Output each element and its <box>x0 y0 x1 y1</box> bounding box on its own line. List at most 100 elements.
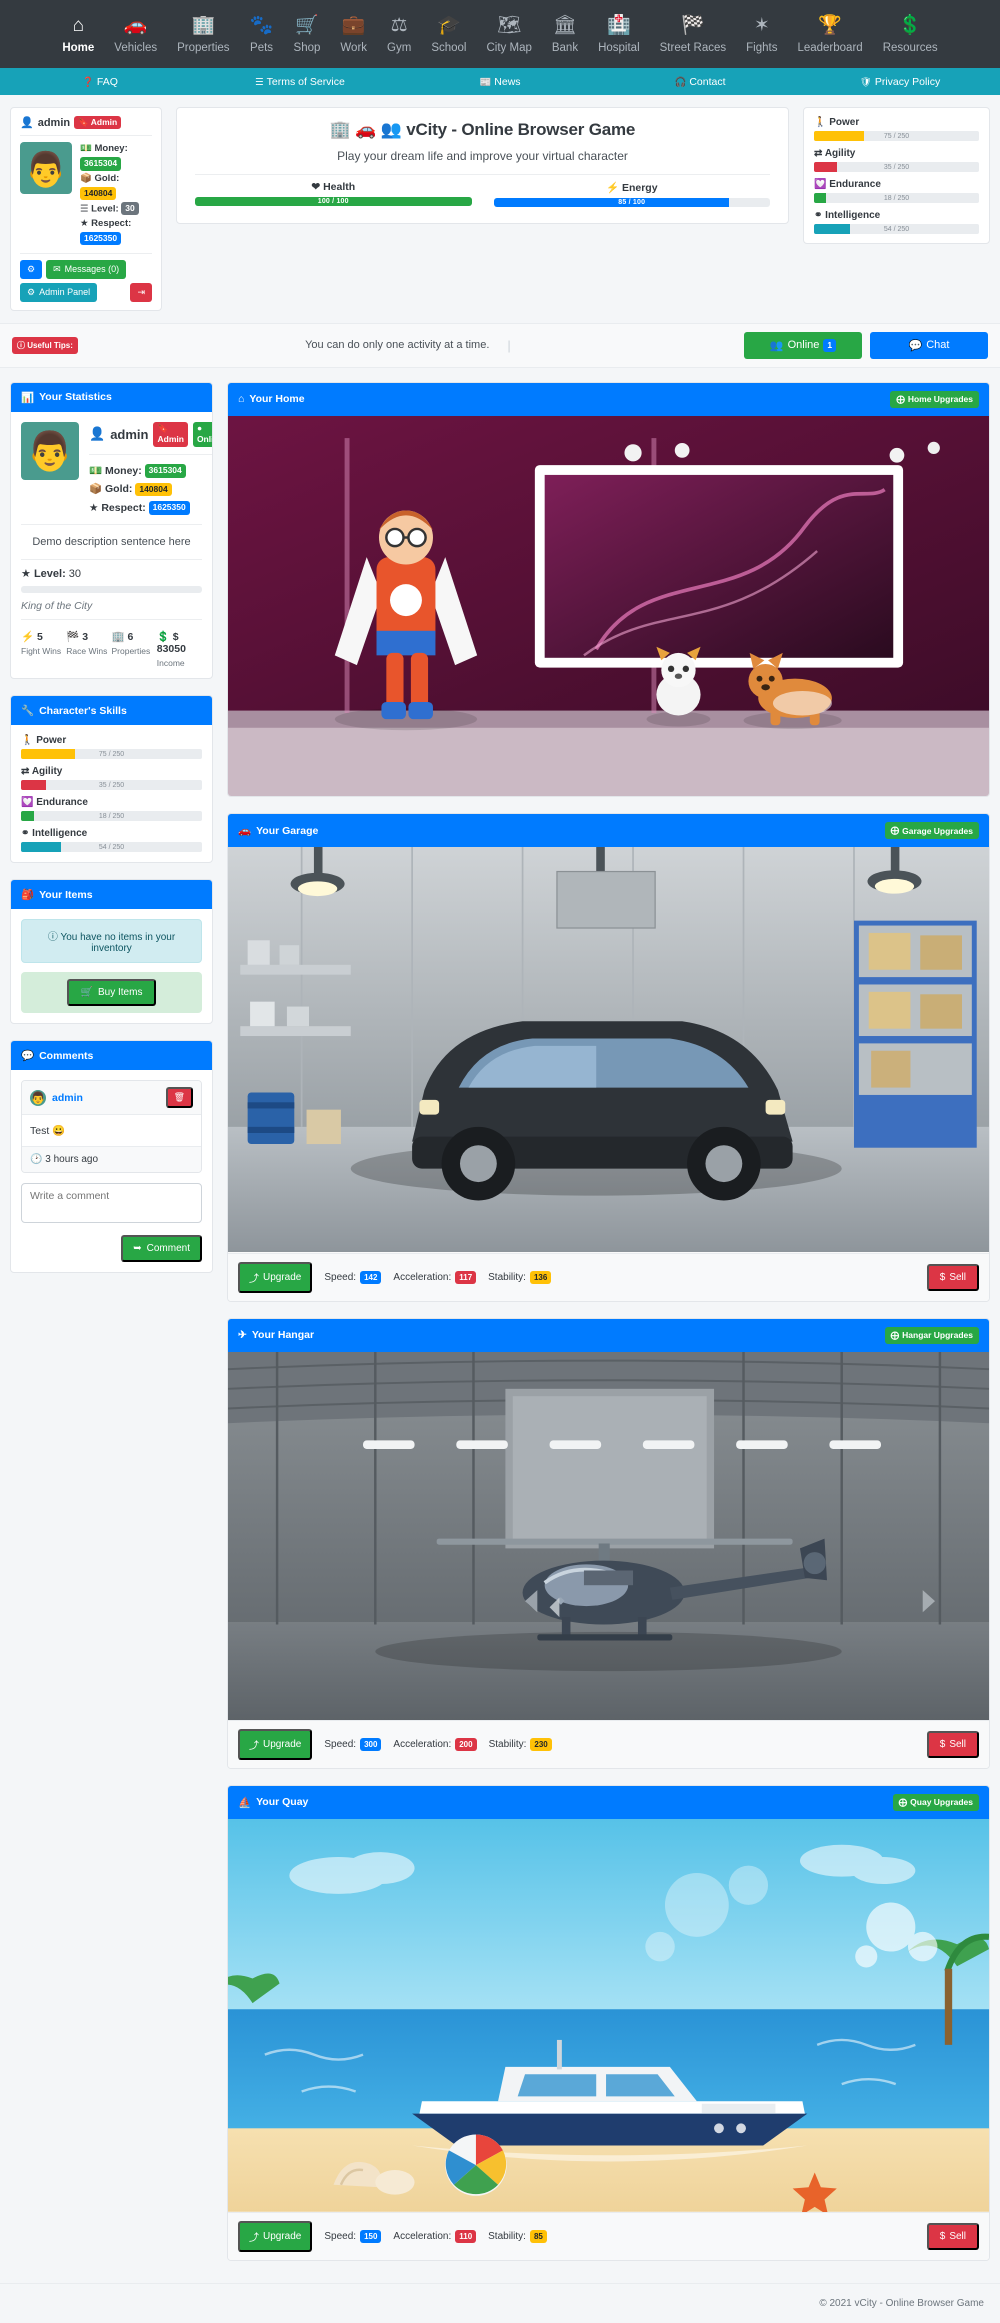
bank-icon: 🏛 <box>552 15 578 36</box>
sitemap-icon: ⚭ <box>814 210 823 221</box>
asset-footer: ⤴ Upgrade Speed: 142 Acceleration: 117 Stabili… <box>228 1252 989 1301</box>
plane-icon: ✈ <box>238 1329 247 1342</box>
asset-image <box>228 415 989 797</box>
question-circle-icon: ❓ <box>82 76 94 88</box>
subnav-item-label: FAQ <box>96 75 118 88</box>
respect-value: 1625350 <box>148 501 190 515</box>
skill-progress-bar: 18 / 250 <box>814 193 979 203</box>
submit-comment-button[interactable]: ➥ Comment <box>121 1235 202 1263</box>
dumbbell-icon: ⚖ <box>390 15 408 36</box>
avatar: 👨 <box>30 1089 46 1106</box>
skill-value: 18 / 250 <box>98 812 125 820</box>
nav-item-resources[interactable]: 💲 Resources <box>873 10 948 58</box>
nav-item-properties[interactable]: 🏢 Properties <box>167 10 239 58</box>
upgrade-button[interactable]: ⤴ Upgrade <box>238 2220 313 2252</box>
subnav-item-terms-of-service[interactable]: ☰ Terms of Service <box>200 76 400 88</box>
nav-item-pets[interactable]: 🐾 Pets <box>240 10 284 58</box>
skill-agility: ⇄ Agility 35 / 250 <box>21 766 202 791</box>
plus-circle-icon: ⨁ <box>896 393 905 404</box>
admin-panel-button[interactable]: ⚙ Admin Panel <box>20 282 98 302</box>
asset-stat-value: 85 <box>529 2229 547 2243</box>
stat-label: Fight Wins <box>21 646 62 657</box>
nav-item-leaderboard[interactable]: 🏆 Leaderboard <box>787 10 872 58</box>
subnav-item-contact[interactable]: 🎧 Contact <box>600 76 800 88</box>
skill-label: 🚶 Power <box>814 117 860 128</box>
asset-card-title: Your Garage <box>256 824 319 837</box>
nav-item-street-races[interactable]: 🏁 Street Races <box>650 10 736 58</box>
delete-comment-button[interactable]: 🗑 <box>165 1087 193 1109</box>
asset-upgrades-button[interactable]: ⨁ Garage Upgrades <box>884 822 979 840</box>
nav-item-hospital[interactable]: 🏥 Hospital <box>588 10 650 58</box>
tips-actions: 👥 Online 1 💬 Chat <box>744 331 988 359</box>
nav-item-city-map[interactable]: 🗺 City Map <box>476 10 541 58</box>
arrow-up-circle-icon: ⤴ <box>249 1740 259 1752</box>
nav-item-home[interactable]: ⌂ Home <box>52 10 104 58</box>
skill-label: ⇄ Agility <box>814 148 856 159</box>
stat-properties: 🏢 6 Properties <box>112 630 157 668</box>
buy-items-button[interactable]: 🛒 Buy Items <box>66 979 157 1007</box>
subnav-item-privacy-policy[interactable]: 🛡 Privacy Policy <box>800 76 1000 88</box>
upgrade-button[interactable]: ⤴ Upgrade <box>238 1261 313 1293</box>
user-name-row: 👤 admin 🔖 Admin <box>20 116 152 130</box>
asset-card-header: ⌂ Your Home ⨁ Home Upgrades <box>228 382 989 416</box>
asset-footer: ⤴ Upgrade Speed: 150 Acceleration: 110 Stabili… <box>228 2211 989 2260</box>
asset-stat-stability: Stability: 85 <box>488 2229 547 2243</box>
stat-race-wins: 🏁 3 Race Wins <box>66 630 111 668</box>
comment-author[interactable]: admin <box>52 1092 83 1104</box>
nav-item-label: Hospital <box>598 42 640 54</box>
settings-button[interactable]: ⚙ <box>20 259 43 279</box>
nav-item-gym[interactable]: ⚖ Gym <box>377 10 421 58</box>
car-icon: 🚗 <box>355 120 377 139</box>
avatar: 👨 <box>20 142 72 195</box>
subnav-item-label: News <box>494 75 521 88</box>
asset-upgrades-button[interactable]: ⨁ Hangar Upgrades <box>884 1326 979 1344</box>
nav-item-fights[interactable]: ✶ Fights <box>736 10 787 58</box>
logout-button[interactable]: ⇥ <box>130 282 152 302</box>
nav-item-bank[interactable]: 🏛 Bank <box>542 10 588 58</box>
comment-author-row: 👨 admin <box>30 1089 83 1106</box>
messages-button[interactable]: ✉ Messages (0) <box>46 259 127 279</box>
sell-button[interactable]: $ Sell <box>926 2222 979 2250</box>
asset-stat-value: 230 <box>530 1737 552 1751</box>
subnav-item-news[interactable]: 📰 News <box>400 76 600 88</box>
chat-button[interactable]: 💬 Chat <box>870 331 988 359</box>
skill-progress-bar: 18 / 250 <box>21 811 202 822</box>
skill-progress-bar: 35 / 250 <box>814 162 979 172</box>
asset-upgrades-button[interactable]: ⨁ Home Upgrades <box>890 390 979 408</box>
stat-value-row: 💲 $ 83050 <box>156 631 186 656</box>
avatar: 👨 <box>21 421 79 480</box>
nav-item-work[interactable]: 💼 Work <box>330 10 377 58</box>
online-button[interactable]: 👥 Online 1 <box>744 331 862 359</box>
asset-image <box>228 847 989 1253</box>
asset-upgrades-button[interactable]: ⨁ Quay Upgrades <box>892 1793 979 1811</box>
sitemap-icon: ⚭ <box>21 828 30 840</box>
asset-card-your-home: ⌂ Your Home ⨁ Home Upgrades <box>227 381 990 798</box>
nav-item-vehicles[interactable]: 🚗 Vehicles <box>104 10 167 58</box>
avatar-face-icon: 👨 <box>26 431 74 474</box>
admin-badge: 🔖 Admin <box>153 421 188 447</box>
comment-text: Test 😀 <box>30 1125 66 1138</box>
comments-card-header: 💬 Comments <box>11 1041 212 1071</box>
statistics-username-row: 👤 admin 🔖 Admin ● Online <box>89 421 212 447</box>
dollar-icon: 💲 <box>898 15 922 36</box>
page-title: 🏢 🚗 👥 vCity - Online Browser Game <box>329 120 636 139</box>
buy-items-wrapper: 🛒 Buy Items <box>21 972 202 1014</box>
comment-header: 👨 admin 🗑 <box>22 1081 201 1116</box>
nav-item-label: Leaderboard <box>797 42 863 54</box>
skill-intelligence: ⚭ Intelligence 54 / 250 <box>21 828 202 853</box>
nav-item-shop[interactable]: 🛒 Shop <box>284 10 331 58</box>
money-row: 💵 Money: 3615304 <box>80 142 152 172</box>
asset-stat-value: 300 <box>360 1737 382 1751</box>
exchange-icon: ⇄ <box>21 766 30 778</box>
sell-button[interactable]: $ Sell <box>926 1730 979 1758</box>
nav-item-school[interactable]: 🎓 School <box>421 10 476 58</box>
vital-progress-bar: 85 / 100 <box>493 198 770 207</box>
upgrade-button[interactable]: ⤴ Upgrade <box>238 1728 313 1760</box>
game-title-card: 🏢 🚗 👥 vCity - Online Browser Game Play y… <box>176 107 789 224</box>
sell-button[interactable]: $ Sell <box>926 1263 979 1291</box>
level-row: ★ Level: 30 <box>21 568 82 581</box>
arrow-up-circle-icon: ⤴ <box>249 2232 259 2244</box>
nav-item-label: Vehicles <box>114 42 158 54</box>
subnav-item-faq[interactable]: ❓ FAQ <box>0 76 200 88</box>
comment-input[interactable] <box>21 1183 202 1224</box>
